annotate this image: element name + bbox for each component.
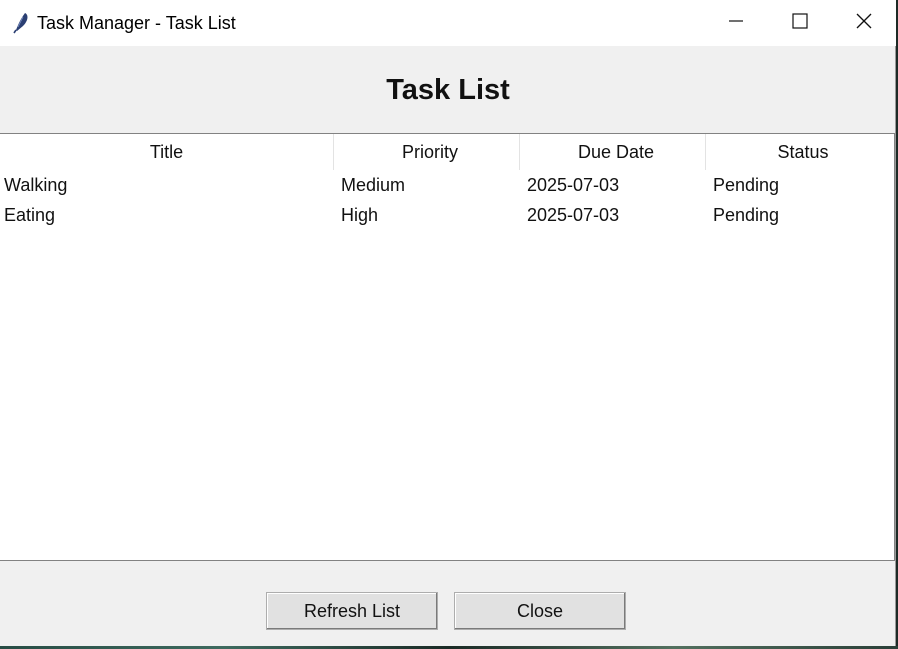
window-controls (704, 0, 896, 46)
window-title: Task Manager - Task List (37, 12, 236, 33)
close-icon (856, 13, 872, 34)
cell-due-date: 2025-07-03 (527, 204, 620, 225)
page-title: Task List (386, 73, 510, 106)
cell-status: Pending (713, 174, 780, 195)
minimize-icon (729, 14, 743, 33)
task-list-window: Task Manager - Task List Task List Title (0, 0, 896, 646)
column-header-status[interactable]: Status (706, 134, 893, 170)
task-table[interactable]: Title Priority Due Date Status Walking M… (0, 133, 895, 561)
table-header: Title Priority Due Date Status (0, 134, 894, 170)
column-header-priority[interactable]: Priority (334, 134, 520, 170)
cell-due-date: 2025-07-03 (527, 174, 620, 195)
cell-priority: High (341, 204, 379, 225)
cell-title: Walking (4, 174, 68, 195)
maximize-icon (792, 12, 808, 34)
title-bar[interactable]: Task Manager - Task List (0, 0, 896, 46)
maximize-button[interactable] (768, 0, 832, 46)
column-header-title[interactable]: Title (0, 134, 334, 170)
cell-status: Pending (713, 204, 780, 225)
close-window-button[interactable] (832, 0, 896, 46)
table-row[interactable]: Eating High 2025-07-03 Pending (0, 200, 894, 230)
table-row[interactable]: Walking Medium 2025-07-03 Pending (0, 170, 894, 200)
close-button[interactable]: Close (454, 592, 626, 630)
feather-icon (11, 12, 31, 34)
cell-title: Eating (4, 204, 56, 225)
refresh-list-button[interactable]: Refresh List (266, 592, 438, 630)
button-bar: Refresh List Close (0, 561, 896, 646)
minimize-button[interactable] (704, 0, 768, 46)
column-header-due-date[interactable]: Due Date (520, 134, 706, 170)
cell-priority: Medium (341, 174, 406, 195)
